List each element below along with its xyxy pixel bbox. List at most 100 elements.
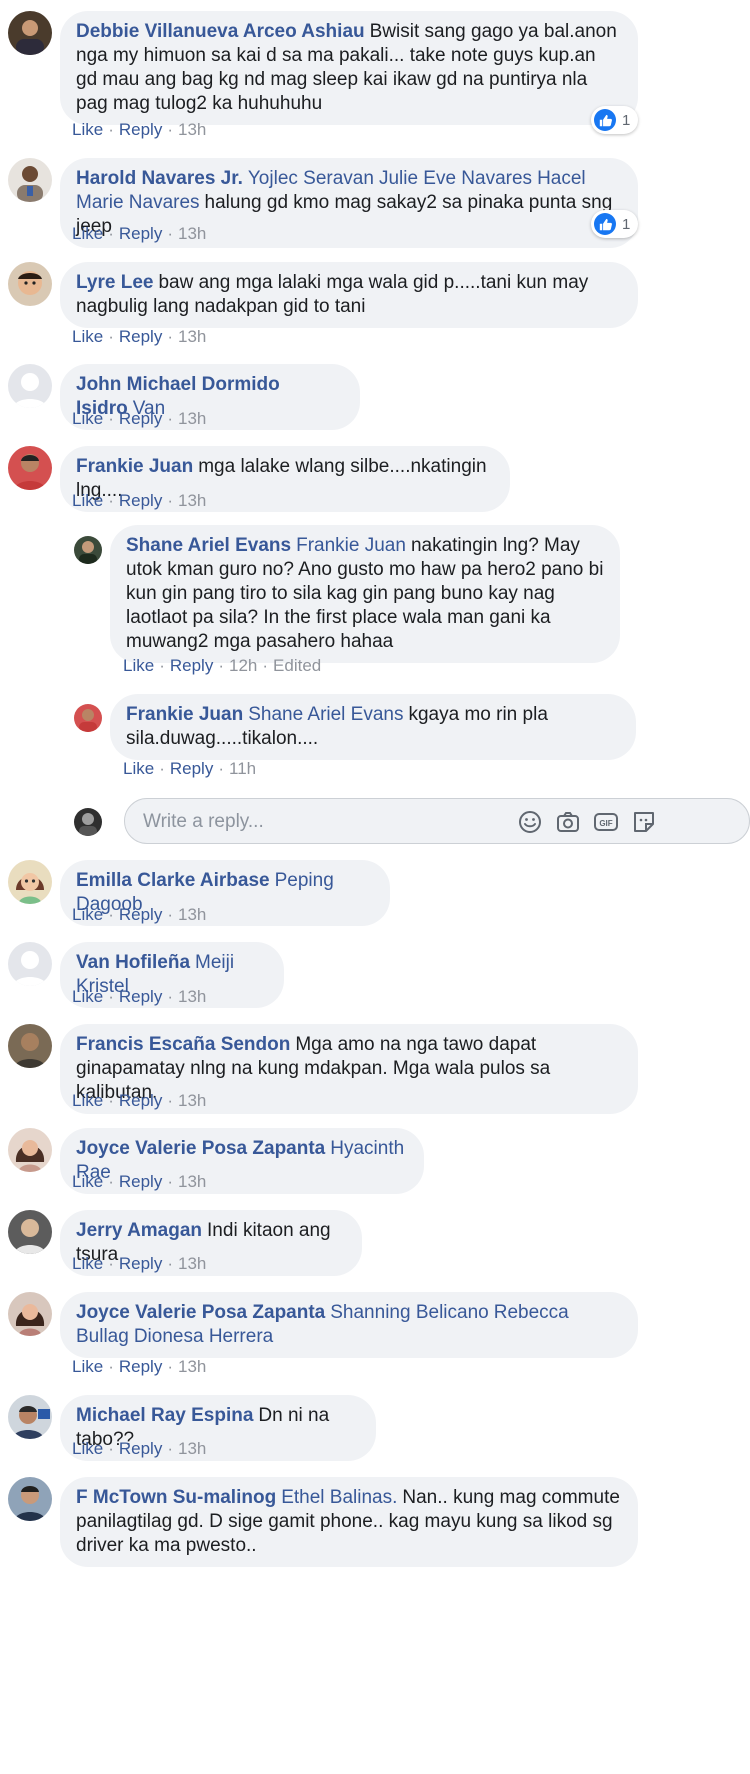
thumbs-up-icon <box>594 213 616 235</box>
avatar[interactable] <box>8 1292 52 1336</box>
author-name[interactable]: Jerry Amagan <box>76 1220 202 1241</box>
comment-actions: Like · Reply · 13h <box>72 1172 207 1191</box>
like-link[interactable]: Like <box>72 327 103 346</box>
avatar[interactable] <box>8 11 52 55</box>
tagged-user[interactable]: Yojlec Seravan <box>248 168 374 189</box>
timestamp[interactable]: 11h <box>229 759 256 778</box>
reaction-count[interactable]: 1 <box>591 106 639 134</box>
tagged-user[interactable]: Shane Ariel Evans <box>248 704 403 725</box>
author-name[interactable]: Frankie Juan <box>126 704 243 725</box>
avatar[interactable] <box>74 704 102 732</box>
author-name[interactable]: Debbie Villanueva Arceo Ashiau <box>76 21 365 42</box>
svg-text:GIF: GIF <box>599 819 612 828</box>
like-link[interactable]: Like <box>72 1172 103 1191</box>
comment-bubble: Lyre Lee baw ang mga lalaki mga wala gid … <box>60 262 638 328</box>
timestamp[interactable]: 13h <box>178 409 206 428</box>
timestamp[interactable]: 13h <box>178 1357 206 1376</box>
reply-link[interactable]: Reply <box>119 1172 162 1191</box>
comment-actions: Like · Reply · 13h <box>72 224 207 243</box>
timestamp[interactable]: 13h <box>178 120 206 139</box>
reply-link[interactable]: Reply <box>170 656 213 675</box>
timestamp[interactable]: 13h <box>178 905 206 924</box>
tagged-user[interactable]: Dionesa Herrera <box>134 1326 273 1347</box>
reply-link[interactable]: Reply <box>119 905 162 924</box>
timestamp[interactable]: 13h <box>178 491 206 510</box>
comment-bubble: Debbie Villanueva Arceo Ashiau Bwisit san… <box>60 11 638 125</box>
avatar[interactable] <box>8 364 52 408</box>
avatar[interactable] <box>8 446 52 490</box>
like-link[interactable]: Like <box>123 656 154 675</box>
like-link[interactable]: Like <box>123 759 154 778</box>
reply-link[interactable]: Reply <box>119 1357 162 1376</box>
avatar[interactable] <box>8 860 52 904</box>
reply-link[interactable]: Reply <box>170 759 213 778</box>
current-user-avatar[interactable] <box>74 808 102 836</box>
timestamp[interactable]: 13h <box>178 224 206 243</box>
avatar[interactable] <box>8 1024 52 1068</box>
author-name[interactable]: Michael Ray Espina <box>76 1405 253 1426</box>
avatar[interactable] <box>8 942 52 986</box>
reply-link[interactable]: Reply <box>119 1439 162 1458</box>
tagged-user[interactable]: Frankie Juan <box>296 535 406 556</box>
sticker-icon[interactable] <box>631 809 657 835</box>
reply-link[interactable]: Reply <box>119 1091 162 1110</box>
timestamp[interactable]: 12h <box>229 656 257 675</box>
like-link[interactable]: Like <box>72 224 103 243</box>
like-link[interactable]: Like <box>72 1439 103 1458</box>
timestamp[interactable]: 13h <box>178 1091 206 1110</box>
avatar[interactable] <box>8 1477 52 1521</box>
like-link[interactable]: Like <box>72 120 103 139</box>
comment-actions: Like · Reply · 13h <box>72 327 207 346</box>
tagged-user[interactable]: Ethel Balinas. <box>281 1487 397 1508</box>
like-link[interactable]: Like <box>72 1357 103 1376</box>
reply-link[interactable]: Reply <box>119 1254 162 1273</box>
reply-link[interactable]: Reply <box>119 987 162 1006</box>
like-link[interactable]: Like <box>72 491 103 510</box>
avatar[interactable] <box>8 1210 52 1254</box>
author-name[interactable]: Van Hofileña <box>76 952 190 973</box>
timestamp[interactable]: 13h <box>178 1254 206 1273</box>
timestamp[interactable]: 13h <box>178 1439 206 1458</box>
reply-link[interactable]: Reply <box>119 120 162 139</box>
author-name[interactable]: Joyce Valerie Posa Zapanta <box>76 1302 325 1323</box>
edited-label: Edited <box>273 656 322 675</box>
timestamp[interactable]: 13h <box>178 327 206 346</box>
like-link[interactable]: Like <box>72 987 103 1006</box>
reply-link[interactable]: Reply <box>119 327 162 346</box>
reply-link[interactable]: Reply <box>119 409 162 428</box>
author-name[interactable]: Joyce Valerie Posa Zapanta <box>76 1138 325 1159</box>
reply-link[interactable]: Reply <box>119 224 162 243</box>
comment-actions: Like · Reply · 13h <box>72 1091 207 1110</box>
thumbs-up-icon <box>594 109 616 131</box>
comment-actions: Like · Reply · 12h · Edited <box>123 656 322 675</box>
avatar[interactable] <box>8 262 52 306</box>
like-link[interactable]: Like <box>72 1254 103 1273</box>
comment-actions: Like · Reply · 13h <box>72 491 207 510</box>
author-name[interactable]: Emilla Clarke Airbase <box>76 870 270 891</box>
avatar[interactable] <box>8 158 52 202</box>
gif-icon[interactable]: GIF <box>593 809 619 835</box>
comment-bubble: F McTown Su-malinog Ethel Balinas. Nan.. k… <box>60 1477 638 1567</box>
author-name[interactable]: Francis Escaña Sendon <box>76 1034 290 1055</box>
reply-input[interactable] <box>141 799 505 845</box>
like-link[interactable]: Like <box>72 409 103 428</box>
author-name[interactable]: Shane Ariel Evans <box>126 535 291 556</box>
avatar[interactable] <box>8 1128 52 1172</box>
author-name[interactable]: Lyre Lee <box>76 272 153 293</box>
author-name[interactable]: Harold Navares Jr. <box>76 168 243 189</box>
timestamp[interactable]: 13h <box>178 1172 206 1191</box>
timestamp[interactable]: 13h <box>178 987 206 1006</box>
like-link[interactable]: Like <box>72 1091 103 1110</box>
emoji-icon[interactable] <box>517 809 543 835</box>
comment-actions: Like · Reply · 13h <box>72 120 207 139</box>
reply-link[interactable]: Reply <box>119 491 162 510</box>
avatar[interactable] <box>8 1395 52 1439</box>
author-name[interactable]: F McTown Su-malinog <box>76 1487 276 1508</box>
like-link[interactable]: Like <box>72 905 103 924</box>
reaction-count[interactable]: 1 <box>591 210 639 238</box>
tagged-user[interactable]: Shanning Belicano <box>330 1302 488 1323</box>
author-name[interactable]: Frankie Juan <box>76 456 193 477</box>
camera-icon[interactable] <box>555 809 581 835</box>
avatar[interactable] <box>74 536 102 564</box>
tagged-user[interactable]: Julie Eve Navares <box>379 168 532 189</box>
